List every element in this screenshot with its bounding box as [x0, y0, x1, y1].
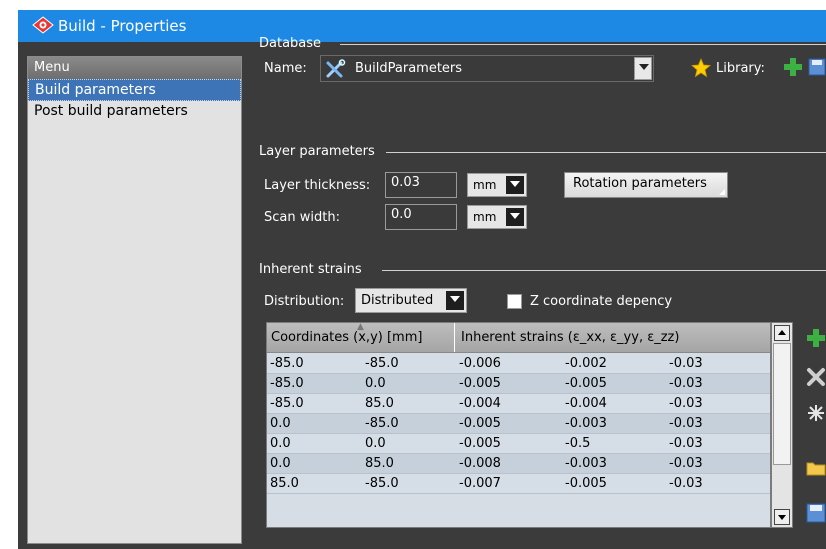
table-cell[interactable]: -85.0 — [270, 376, 304, 391]
table-cell[interactable]: -85.0 — [365, 416, 399, 431]
layer-thickness-input[interactable]: 0.03 — [385, 172, 457, 198]
table-cell[interactable]: -0.005 — [459, 436, 501, 451]
table-scrollbar[interactable] — [771, 322, 793, 528]
column-header-strains[interactable]: Inherent strains (ε_xx, ε_yy, ε_zz) — [461, 323, 679, 352]
chevron-down-icon — [446, 291, 464, 310]
table-cell[interactable]: -0.008 — [459, 456, 501, 471]
database-name-value: BuildParameters — [355, 61, 463, 76]
table-row[interactable]: 0.0 85.0 -0.008 -0.003 -0.03 — [267, 454, 770, 474]
column-header-coordinates[interactable]: Coordinates (x,y) [mm] — [267, 323, 455, 352]
layer-thickness-unit-dropdown[interactable]: mm — [467, 173, 527, 197]
menu-header: Menu — [28, 57, 241, 79]
table-row[interactable]: -85.0 -85.0 -0.006 -0.002 -0.03 — [267, 354, 770, 374]
table-cell[interactable]: 0.0 — [365, 436, 386, 451]
library-label: Library: — [716, 61, 765, 76]
table-cell[interactable]: -0.005 — [565, 476, 607, 491]
table-cell[interactable]: 85.0 — [270, 476, 299, 491]
table-cell[interactable]: -85.0 — [365, 356, 399, 371]
save-library-icon[interactable] — [808, 57, 826, 77]
title-bar[interactable]: Build - Properties — [18, 10, 826, 42]
z-coordinate-checkbox[interactable] — [507, 294, 522, 309]
table-cell[interactable]: 0.0 — [365, 376, 386, 391]
z-coordinate-label: Z coordinate depency — [530, 294, 673, 309]
table-cell[interactable]: 0.0 — [270, 416, 291, 431]
table-row[interactable]: -85.0 85.0 -0.004 -0.004 -0.03 — [267, 394, 770, 414]
table-cell[interactable]: -0.03 — [669, 476, 703, 491]
table-cell[interactable]: -0.03 — [669, 416, 703, 431]
scan-width-label: Scan width: — [264, 210, 340, 225]
table-cell[interactable]: -0.004 — [459, 396, 501, 411]
window-title: Build - Properties — [58, 17, 187, 35]
corner-indicator-icon — [719, 189, 725, 195]
table-cell[interactable]: 85.0 — [365, 456, 394, 471]
tools-icon — [326, 59, 346, 78]
table-cell[interactable]: -0.005 — [565, 376, 607, 391]
table-row[interactable]: 0.0 -85.0 -0.005 -0.003 -0.03 — [267, 414, 770, 434]
table-row[interactable]: -85.0 0.0 -0.005 -0.005 -0.03 — [267, 374, 770, 394]
name-label: Name: — [264, 61, 307, 76]
scroll-up-icon[interactable] — [774, 325, 790, 341]
table-cell[interactable]: -0.003 — [565, 416, 607, 431]
scan-width-unit-value: mm — [473, 210, 497, 224]
chevron-down-icon — [506, 176, 524, 194]
table-cell[interactable]: 85.0 — [365, 396, 394, 411]
table-cell[interactable]: -0.03 — [669, 376, 703, 391]
scan-width-unit-dropdown[interactable]: mm — [467, 205, 527, 229]
menu-item-post-build-parameters[interactable]: Post build parameters — [28, 101, 241, 123]
table-cell[interactable]: -85.0 — [270, 396, 304, 411]
table-cell[interactable]: -0.003 — [565, 456, 607, 471]
table-cell[interactable]: -0.006 — [459, 356, 501, 371]
layer-thickness-label: Layer thickness: — [264, 178, 371, 193]
menu-item-build-parameters[interactable]: Build parameters — [28, 79, 241, 101]
strains-divider — [382, 270, 826, 271]
scan-width-input[interactable]: 0.0 — [385, 204, 457, 230]
distribution-dropdown[interactable]: Distributed — [355, 288, 467, 313]
delete-row-icon[interactable] — [806, 367, 826, 387]
chevron-down-icon[interactable] — [634, 57, 652, 80]
distribution-label: Distribution: — [264, 294, 345, 309]
add-row-icon[interactable] — [806, 328, 826, 348]
database-section-title: Database — [259, 36, 322, 51]
open-folder-icon[interactable] — [806, 458, 826, 478]
table-cell[interactable]: -0.03 — [669, 356, 703, 371]
table-body: -85.0 -85.0 -0.006 -0.002 -0.03 -85.0 0.0 -0.00… — [267, 354, 770, 494]
table-cell[interactable]: -0.002 — [565, 356, 607, 371]
layer-divider — [386, 152, 826, 153]
table-row[interactable]: 85.0 -85.0 -0.007 -0.005 -0.03 — [267, 474, 770, 494]
star-icon — [691, 58, 711, 78]
table-row[interactable]: 0.0 0.0 -0.005 -0.5 -0.03 — [267, 434, 770, 454]
inherent-strains-table[interactable]: ▲ Coordinates (x,y) [mm] Inherent strain… — [266, 322, 771, 528]
add-library-icon[interactable] — [783, 57, 803, 77]
distribution-value: Distributed — [361, 293, 434, 308]
scroll-thumb[interactable] — [773, 343, 791, 465]
database-divider — [340, 44, 826, 45]
strains-section-title: Inherent strains — [259, 262, 362, 277]
layer-section-title: Layer parameters — [259, 144, 375, 159]
table-cell[interactable]: -0.005 — [459, 416, 501, 431]
table-cell[interactable]: -85.0 — [365, 476, 399, 491]
app-logo-icon — [32, 16, 54, 34]
database-name-dropdown[interactable]: BuildParameters — [320, 55, 654, 82]
table-cell[interactable]: 0.0 — [270, 436, 291, 451]
table-cell[interactable]: 0.0 — [270, 456, 291, 471]
sparkle-icon[interactable] — [806, 403, 826, 423]
table-cell[interactable]: -0.007 — [459, 476, 501, 491]
menu-panel: Menu Build parameters Post build paramet… — [27, 56, 242, 544]
rotation-parameters-label: Rotation parameters — [573, 176, 707, 191]
rotation-parameters-button[interactable]: Rotation parameters — [564, 172, 728, 198]
table-cell[interactable]: -0.03 — [669, 396, 703, 411]
table-cell[interactable]: -0.5 — [565, 436, 590, 451]
table-cell[interactable]: -0.03 — [669, 436, 703, 451]
table-header: ▲ Coordinates (x,y) [mm] Inherent strain… — [267, 322, 770, 353]
table-cell[interactable]: -0.005 — [459, 376, 501, 391]
save-table-icon[interactable] — [806, 503, 826, 523]
chevron-down-icon — [506, 208, 524, 226]
table-cell[interactable]: -85.0 — [270, 356, 304, 371]
layer-thickness-unit-value: mm — [473, 178, 497, 192]
table-cell[interactable]: -0.004 — [565, 396, 607, 411]
table-cell[interactable]: -0.03 — [669, 456, 703, 471]
scroll-down-icon[interactable] — [774, 509, 790, 525]
